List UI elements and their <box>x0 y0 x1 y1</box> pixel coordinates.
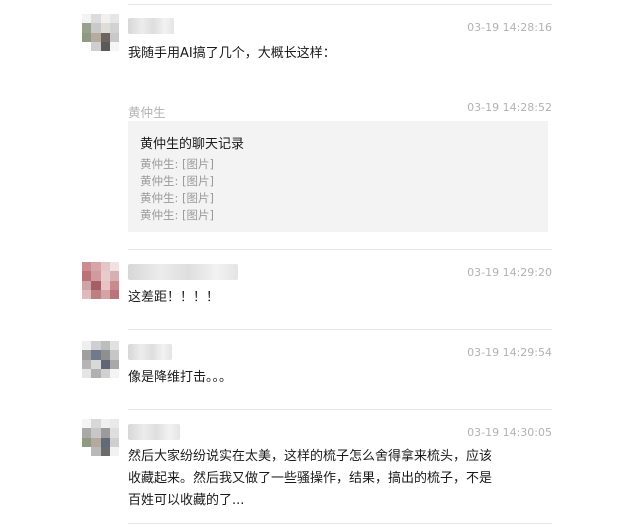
chat-record-line: 黄仲生: [图片] <box>140 174 215 188</box>
message-time: 03-19 14:30:05 <box>467 426 552 439</box>
message-divider <box>128 523 552 524</box>
avatar[interactable] <box>82 262 119 299</box>
avatar[interactable] <box>82 341 119 378</box>
message-time: 03-19 14:29:54 <box>467 346 552 359</box>
sender-name-blurred <box>128 344 172 360</box>
sender-name-blurred <box>128 424 180 440</box>
chat-record-line: 黄仲生: [图片] <box>140 191 215 205</box>
chat-record-line: 黄仲生: [图片] <box>140 208 215 222</box>
chat-record-line: 黄仲生: [图片] <box>140 157 215 171</box>
avatar[interactable] <box>82 419 119 456</box>
message-text: 这差距！！！！ <box>128 290 220 305</box>
chat-record-title: 黄仲生的聊天记录 <box>140 137 245 152</box>
message-text: 像是降维打击。。。 <box>128 370 233 385</box>
message-text-line: 收藏起来。然后我又做了一些骚操作，结果，搞出的梳子，不是 <box>128 471 493 486</box>
sender-name-blurred <box>128 264 238 280</box>
sender-name: 黄仲生 <box>128 105 166 120</box>
message-time: 03-19 14:29:20 <box>467 266 552 279</box>
message-divider <box>128 249 552 250</box>
avatar[interactable] <box>82 14 119 51</box>
message-time: 03-19 14:28:52 <box>467 101 552 114</box>
message-text: 我随手用AI搞了几个，大概长这样： <box>128 46 336 61</box>
message-divider <box>128 409 552 410</box>
message-time: 03-19 14:28:16 <box>467 21 552 34</box>
message-divider <box>128 4 552 5</box>
message-text-line: 百姓可以收藏的了... <box>128 493 245 508</box>
message-divider <box>128 329 552 330</box>
message-text-line: 然后大家纷纷说实在太美，这样的梳子怎么舍得拿来梳头，应该 <box>128 449 493 464</box>
sender-name-blurred <box>128 18 174 34</box>
chat-record-card[interactable]: 黄仲生的聊天记录 黄仲生: [图片] 黄仲生: [图片] 黄仲生: [图片] 黄… <box>128 121 548 232</box>
